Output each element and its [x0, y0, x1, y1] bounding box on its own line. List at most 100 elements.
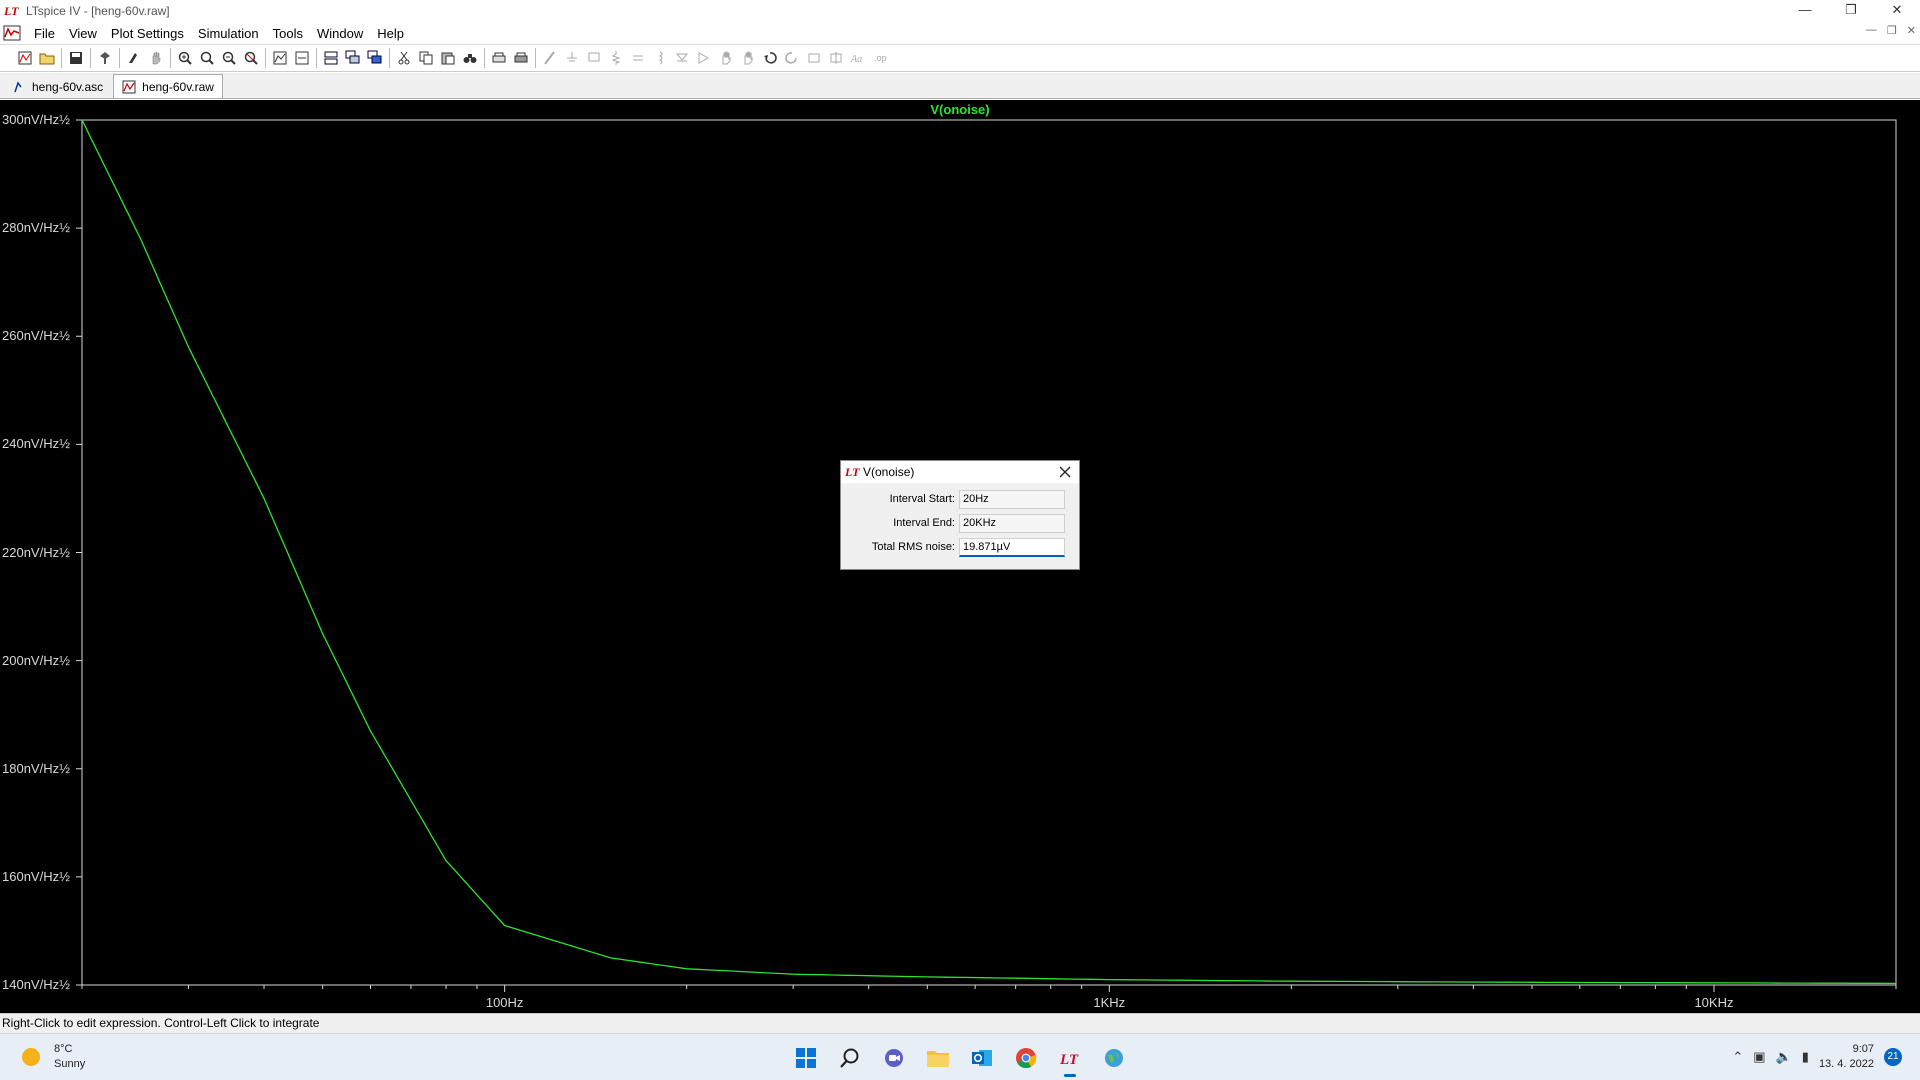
- print-icon[interactable]: [510, 47, 532, 69]
- clock[interactable]: 9:07 13. 4. 2022: [1819, 1042, 1874, 1072]
- chevron-up-icon[interactable]: ⌃: [1732, 1049, 1743, 1065]
- status-bar: Right-Click to edit expression. Control-…: [0, 1013, 1920, 1033]
- text-icon[interactable]: Aa: [847, 47, 869, 69]
- menu-plot-settings[interactable]: Plot Settings: [104, 26, 191, 41]
- menu-view[interactable]: View: [62, 26, 104, 41]
- menu-file[interactable]: File: [27, 26, 62, 41]
- undo-icon[interactable]: [759, 47, 781, 69]
- halt-hand-icon[interactable]: [145, 47, 167, 69]
- start-windows-icon[interactable]: [790, 1042, 822, 1074]
- drag-hand-icon[interactable]: [737, 47, 759, 69]
- run-icon[interactable]: [123, 47, 145, 69]
- minimize-button[interactable]: —: [1782, 0, 1828, 22]
- menu-simulation[interactable]: Simulation: [191, 26, 266, 41]
- waveform-doc-icon[interactable]: [3, 25, 21, 41]
- dialog-titlebar[interactable]: LT V(onoise): [841, 461, 1079, 483]
- taskbar: 8°C Sunny LT ⌃ ▣ 🔈 ▮ 9:07 13. 4. 2022 21: [0, 1033, 1920, 1080]
- capacitor-icon[interactable]: [627, 47, 649, 69]
- status-text: Right-Click to edit expression. Control-…: [2, 1016, 320, 1030]
- total-rms-noise-row: Total RMS noise: 19.871µV: [841, 535, 1079, 559]
- y-tick-label: 280nV/Hz½: [2, 220, 70, 236]
- interval-end-field[interactable]: 20KHz: [959, 513, 1065, 533]
- cascade-icon[interactable]: [342, 47, 364, 69]
- zoom-out-icon[interactable]: [218, 47, 240, 69]
- speaker-muted-icon[interactable]: 🔈: [1776, 1049, 1792, 1065]
- globe-app-icon[interactable]: [1098, 1042, 1130, 1074]
- redo-icon[interactable]: [781, 47, 803, 69]
- ground-icon[interactable]: [561, 47, 583, 69]
- y-tick-label: 240nV/Hz½: [2, 436, 70, 452]
- manual-range-icon[interactable]: [291, 47, 313, 69]
- total-rms-noise-field[interactable]: 19.871µV: [959, 537, 1065, 557]
- diode-icon[interactable]: [671, 47, 693, 69]
- pan-zoom-icon[interactable]: [196, 47, 218, 69]
- toolbar-divider: [61, 48, 62, 68]
- zoom-fit-icon[interactable]: [240, 47, 262, 69]
- toolbar-divider: [90, 48, 91, 68]
- toolbar-divider: [316, 48, 317, 68]
- interval-end-label: Interval End:: [893, 517, 955, 529]
- resistor-icon[interactable]: [605, 47, 627, 69]
- interval-end-row: Interval End: 20KHz: [841, 511, 1079, 535]
- y-tick-label: 180nV/Hz½: [2, 760, 70, 776]
- close-button[interactable]: ✕: [1874, 0, 1920, 22]
- y-tick-label: 220nV/Hz½: [2, 544, 70, 560]
- schematic-icon: [14, 81, 22, 93]
- dialog-title: V(onoise): [863, 465, 915, 479]
- toolbar: Aa .op: [0, 44, 1920, 72]
- y-tick-label: 300nV/Hz½: [2, 112, 70, 127]
- outlook-icon[interactable]: [966, 1042, 998, 1074]
- network-icon[interactable]: ▣: [1753, 1049, 1765, 1065]
- battery-icon[interactable]: ▮: [1802, 1049, 1809, 1065]
- label-net-icon[interactable]: [583, 47, 605, 69]
- zoom-in-icon[interactable]: [174, 47, 196, 69]
- waveform-icon: [122, 80, 136, 93]
- open-folder-icon[interactable]: [36, 47, 58, 69]
- mdi-close-button[interactable]: ✕: [1907, 24, 1916, 37]
- clock-date: 13. 4. 2022: [1818, 1058, 1874, 1070]
- cut-icon[interactable]: [393, 47, 415, 69]
- menu-bar: File View Plot Settings Simulation Tools…: [0, 22, 1920, 44]
- tile-vertical-icon[interactable]: [364, 47, 386, 69]
- close-icon[interactable]: [1057, 464, 1073, 480]
- menu-help[interactable]: Help: [370, 26, 411, 41]
- notification-badge[interactable]: 21: [1884, 1048, 1902, 1066]
- search-icon[interactable]: [834, 1042, 866, 1074]
- document-tabs: heng-60v.asc heng-60v.raw: [0, 73, 1920, 99]
- tile-horizontal-icon[interactable]: [320, 47, 342, 69]
- menu-window[interactable]: Window: [310, 26, 370, 41]
- new-schematic-icon[interactable]: [14, 47, 36, 69]
- copy-icon[interactable]: [415, 47, 437, 69]
- tab-waveform[interactable]: heng-60v.raw: [113, 74, 223, 98]
- inductor-icon[interactable]: [649, 47, 671, 69]
- spice-directive-icon[interactable]: .op: [869, 47, 891, 69]
- mirror-icon[interactable]: [825, 47, 847, 69]
- title-bar: LT LTspice IV - [heng-60v.raw] — ❐ ✕: [0, 0, 1920, 22]
- y-tick-label: 160nV/Hz½: [2, 868, 70, 884]
- interval-start-field[interactable]: 20Hz: [959, 489, 1065, 509]
- move-hand-icon[interactable]: [715, 47, 737, 69]
- restore-button[interactable]: ❐: [1828, 0, 1874, 22]
- find-binoculars-icon[interactable]: [459, 47, 481, 69]
- chat-teams-icon[interactable]: [878, 1042, 910, 1074]
- mdi-minimize-button[interactable]: —: [1866, 24, 1877, 37]
- autorange-icon[interactable]: [269, 47, 291, 69]
- sun-icon: [22, 1048, 40, 1066]
- chrome-icon[interactable]: [1010, 1042, 1042, 1074]
- svg-text:.op: .op: [874, 53, 887, 63]
- wire-icon[interactable]: [539, 47, 561, 69]
- ltspice-taskbar-icon[interactable]: LT: [1054, 1042, 1086, 1077]
- weather-widget[interactable]: 8°C Sunny: [22, 1042, 85, 1072]
- tab-label: heng-60v.asc: [32, 80, 104, 94]
- menu-tools[interactable]: Tools: [266, 26, 310, 41]
- mdi-restore-button[interactable]: ❐: [1887, 24, 1897, 37]
- save-icon[interactable]: [65, 47, 87, 69]
- rotate-icon[interactable]: [803, 47, 825, 69]
- interval-start-row: Interval Start: 20Hz: [841, 487, 1079, 511]
- print-preview-icon[interactable]: [488, 47, 510, 69]
- control-panel-icon[interactable]: [94, 47, 116, 69]
- paste-icon[interactable]: [437, 47, 459, 69]
- tab-schematic[interactable]: heng-60v.asc: [4, 76, 111, 98]
- component-icon[interactable]: [693, 47, 715, 69]
- file-explorer-icon[interactable]: [922, 1042, 954, 1074]
